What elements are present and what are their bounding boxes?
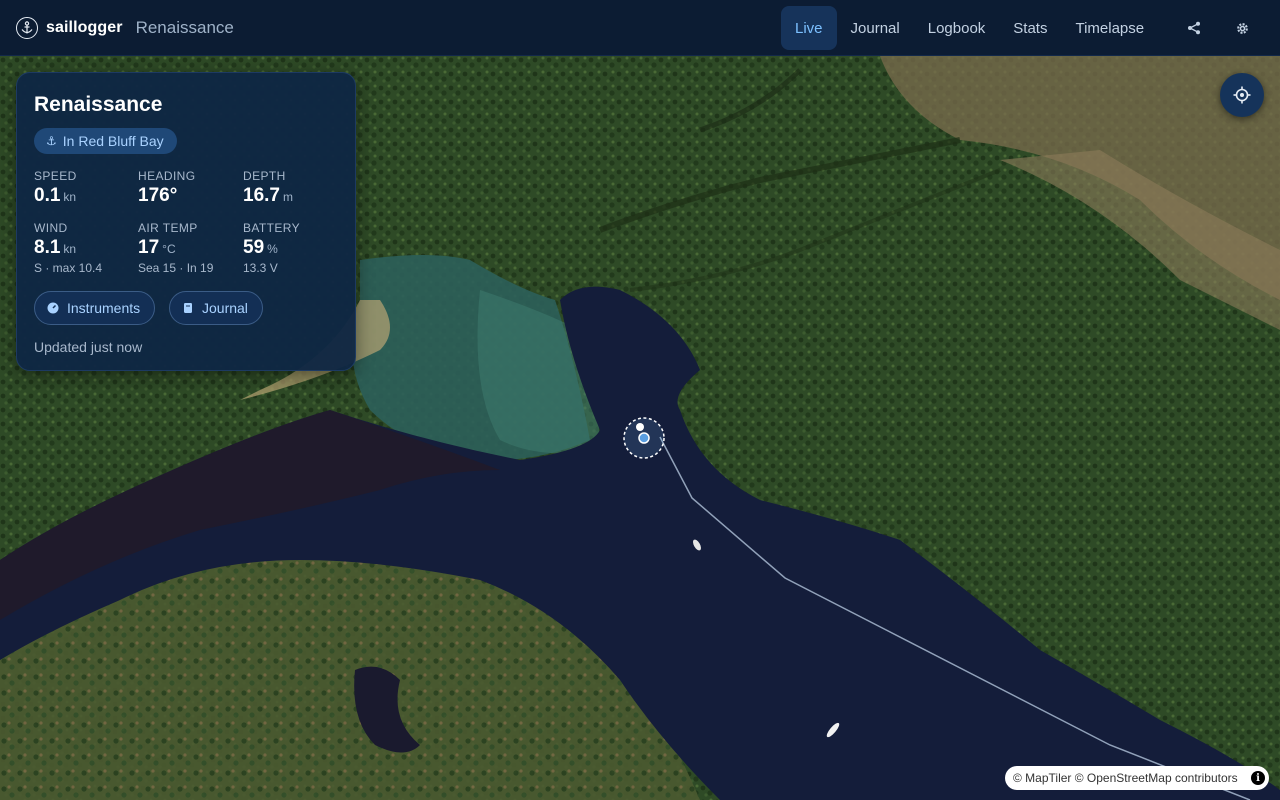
settings-icon bbox=[1236, 22, 1248, 34]
brand[interactable]: saillogger bbox=[16, 16, 123, 39]
wind-sub: S · max 10.4 bbox=[34, 261, 103, 275]
battery-value: 59 bbox=[243, 237, 265, 258]
battery-label: BATTERY bbox=[243, 221, 301, 235]
anchor-icon: ⚓ bbox=[46, 134, 57, 148]
locate-boat-button[interactable] bbox=[1220, 73, 1264, 117]
settings-button[interactable] bbox=[1228, 14, 1256, 42]
journal-label: Journal bbox=[202, 300, 248, 316]
depth-value: 16.7 bbox=[243, 185, 280, 206]
journal-button[interactable]: Journal bbox=[169, 291, 263, 325]
metric-heading: HEADING 176° bbox=[138, 169, 238, 207]
share-button[interactable] bbox=[1180, 14, 1208, 42]
boat-position-marker[interactable] bbox=[622, 416, 666, 460]
speed-unit: kn bbox=[63, 190, 77, 204]
wind-value: 8.1 bbox=[34, 237, 61, 258]
crosshair-icon bbox=[1233, 86, 1251, 104]
nav-logbook[interactable]: Logbook bbox=[914, 6, 1000, 50]
share-icon bbox=[1188, 21, 1200, 35]
heading-label: HEADING bbox=[138, 169, 196, 183]
nav-timelapse[interactable]: Timelapse bbox=[1061, 6, 1158, 50]
instruments-label: Instruments bbox=[67, 300, 141, 316]
brand-name: saillogger bbox=[46, 18, 123, 36]
air-temp-sub: Sea 15 · In 19 bbox=[138, 261, 214, 275]
gauge-icon bbox=[47, 302, 59, 314]
speed-label: SPEED bbox=[34, 169, 77, 183]
air-temp-unit: °C bbox=[162, 242, 176, 256]
speed-value: 0.1 bbox=[34, 185, 61, 206]
nav-stats[interactable]: Stats bbox=[999, 6, 1061, 50]
depth-label: DEPTH bbox=[243, 169, 286, 183]
main-nav: Live Journal Logbook Stats Timelapse bbox=[781, 6, 1158, 50]
metric-wind: WIND 8.1 kn S · max 10.4 bbox=[34, 221, 134, 275]
boat-info-card: Renaissance ⚓ In Red Bluff Bay SPEED 0.1… bbox=[16, 72, 356, 371]
wind-label: WIND bbox=[34, 221, 68, 235]
top-bar: saillogger Renaissance Live Journal Logb… bbox=[0, 0, 1280, 56]
battery-sub: 13.3 V bbox=[243, 261, 278, 275]
map-attribution: © MapTiler © OpenStreetMap contributors … bbox=[1005, 766, 1269, 790]
updated-text: Updated just now bbox=[34, 339, 143, 355]
book-icon bbox=[184, 303, 192, 313]
nav-live[interactable]: Live bbox=[781, 6, 837, 50]
status-badge[interactable]: ⚓ In Red Bluff Bay bbox=[34, 128, 177, 154]
metric-air-temp: AIR TEMP 17 °C Sea 15 · In 19 bbox=[138, 221, 238, 275]
boat-name: Renaissance bbox=[135, 17, 234, 37]
air-temp-value: 17 bbox=[138, 237, 160, 258]
nav-journal[interactable]: Journal bbox=[837, 6, 914, 50]
attribution-text: © MapTiler © OpenStreetMap contributors bbox=[1013, 771, 1238, 785]
info-icon[interactable]: i bbox=[1251, 771, 1265, 785]
depth-unit: m bbox=[282, 190, 293, 204]
wind-unit: kn bbox=[63, 242, 77, 256]
metric-speed: SPEED 0.1 kn bbox=[34, 169, 134, 207]
metric-depth: DEPTH 16.7 m bbox=[243, 169, 343, 207]
battery-unit: % bbox=[267, 242, 278, 256]
instruments-button[interactable]: Instruments bbox=[34, 291, 156, 325]
status-text: In Red Bluff Bay bbox=[62, 133, 164, 149]
heading-value: 176° bbox=[138, 185, 178, 206]
air-temp-label: AIR TEMP bbox=[138, 221, 198, 235]
metric-battery: BATTERY 59% 13.3 V bbox=[243, 221, 343, 275]
card-boat-name: Renaissance bbox=[34, 93, 163, 116]
anchor-logo-icon bbox=[16, 16, 38, 39]
